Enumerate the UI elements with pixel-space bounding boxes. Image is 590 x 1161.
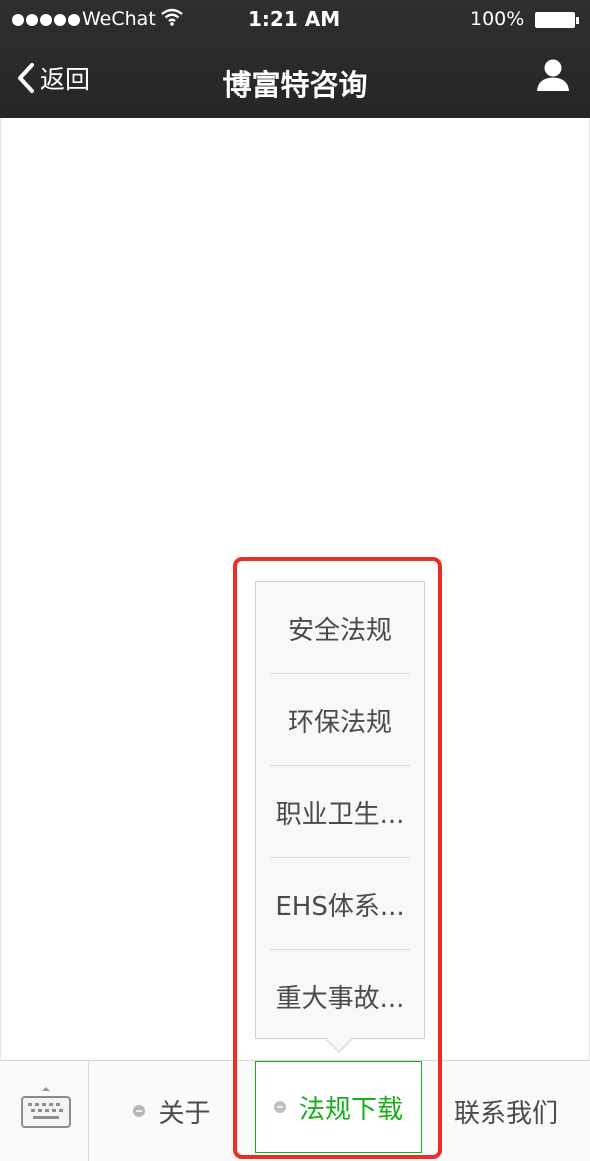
menu-dot-icon [273,1101,286,1113]
wifi-icon [160,7,184,31]
submenu-item[interactable]: 安全法规 [270,582,410,674]
menu-dot-icon [133,1105,146,1117]
menu-about-label: 关于 [158,1098,211,1129]
page-title: 博富特咨询 [222,68,368,102]
carrier-name: WeChat [82,8,156,30]
keyboard-icon [21,1087,71,1128]
clock: 1:21 AM [248,7,341,31]
menu-regulation-download[interactable]: 法规下载 [255,1061,422,1153]
battery-icon [535,12,579,28]
battery-percent: 100% [470,8,525,30]
submenu-item[interactable]: 职业卫生... [270,766,410,858]
nav-bar: 返回 博富特咨询 [0,40,590,118]
keyboard-toggle-button[interactable] [0,1061,89,1161]
menu-contact-label: 联系我们 [453,1098,558,1129]
profile-icon [537,59,569,91]
menu-download-label: 法规下载 [298,1094,403,1125]
menu-contact-us[interactable]: 联系我们 [422,1061,590,1161]
submenu-popup: 安全法规 环保法规 职业卫生... EHS体系... 重大事故... [255,581,425,1039]
menu-about[interactable]: 关于 [89,1061,255,1161]
submenu-item[interactable]: EHS体系... [270,858,410,950]
top-bar: WeChat 1:21 AM 100% 返回 博富特咨询 [0,0,590,118]
submenu-item[interactable]: 环保法规 [270,674,410,766]
bottom-menu-bar: 关于 法规下载 联系我们 [0,1060,590,1161]
signal-dots-icon [12,14,80,26]
profile-button[interactable] [535,57,571,97]
status-bar: WeChat 1:21 AM 100% [0,0,590,40]
